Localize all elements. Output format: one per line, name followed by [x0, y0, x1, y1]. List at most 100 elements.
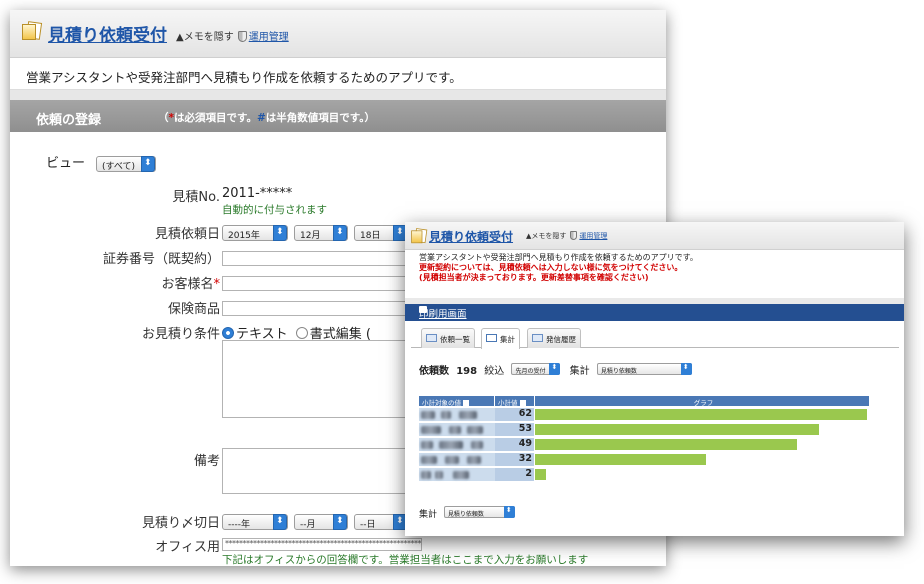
- graph-bar: [535, 439, 797, 450]
- customer-name-label: お客様名*: [161, 277, 220, 292]
- summary-description: 営業アシスタントや受発注部門へ見積もり作成を依頼するためのアプリです。 更新契約…: [419, 253, 698, 282]
- graph-bar: [535, 409, 867, 420]
- blurred-text: [449, 426, 461, 434]
- select-arrow-icon: [333, 514, 347, 530]
- summary-icon: [486, 334, 497, 342]
- blurred-text: [471, 441, 483, 449]
- policy-no-input[interactable]: [222, 251, 412, 266]
- redacted-value-cell: [419, 453, 495, 466]
- table-row: 49: [419, 437, 869, 452]
- table-row: 62: [419, 407, 869, 422]
- admin-shield-icon: [570, 231, 578, 240]
- admin-shield-icon: [237, 31, 247, 42]
- estimate-no-hint: 自動的に付与されます: [222, 204, 327, 216]
- blurred-text: [421, 456, 437, 464]
- sort-icon: [519, 400, 526, 406]
- summary-app-title-link[interactable]: 見積り依頼受付: [429, 228, 513, 245]
- app-title-link[interactable]: 見積り依頼受付: [48, 21, 167, 46]
- subtotal-value: 32: [495, 453, 534, 466]
- blurred-text: [467, 426, 483, 434]
- tab-summary[interactable]: 集計: [481, 328, 520, 349]
- request-year-select[interactable]: 2015年: [222, 225, 288, 241]
- section-note: （*は必須項目です。#は半角数値項目です。）: [158, 112, 375, 124]
- subtotal-value: 49: [495, 438, 534, 451]
- blurred-text: [441, 411, 451, 419]
- remarks-textarea[interactable]: [222, 448, 412, 494]
- list-icon: [426, 334, 437, 342]
- header-graph: グラフ: [535, 396, 869, 407]
- summary-memo-toggle[interactable]: ▲メモを隠す 運用管理: [526, 231, 607, 241]
- view-label: ビュー: [46, 156, 86, 171]
- view-select[interactable]: (すべて): [96, 156, 157, 172]
- select-arrow-icon: [273, 225, 287, 241]
- tab-request-list[interactable]: 依頼一覧: [421, 328, 475, 348]
- blurred-text: [439, 441, 463, 449]
- table-row: 53: [419, 422, 869, 437]
- deadline-day-select[interactable]: --日: [354, 514, 408, 530]
- history-icon: [532, 334, 543, 342]
- aggregate-select[interactable]: 見積り依頼数: [596, 363, 692, 375]
- summary-controls: 依頼数 198 絞込 先月の受付 集計 見積り依頼数: [419, 362, 698, 377]
- print-bar: 印刷用画面: [405, 304, 904, 321]
- summary-window: 見積り依頼受付 ▲メモを隠す 運用管理 営業アシスタントや受発注部門へ見積もり作成…: [405, 222, 904, 536]
- subtotal-value: 2: [495, 468, 534, 481]
- redacted-value-cell: [419, 423, 495, 436]
- bottom-aggregate-select[interactable]: 見積り依頼数: [443, 506, 515, 518]
- select-arrow-icon: [549, 363, 561, 375]
- blurred-text: [445, 456, 459, 464]
- customer-name-input[interactable]: [222, 276, 412, 291]
- request-date-label: 見積依頼日: [154, 227, 220, 242]
- blurred-text: [453, 471, 469, 479]
- select-arrow-icon: [333, 225, 347, 241]
- office-label: オフィス用: [155, 540, 220, 555]
- blurred-text: [421, 426, 441, 434]
- insurance-product-input[interactable]: [222, 301, 412, 316]
- summary-admin-link[interactable]: 運用管理: [579, 232, 607, 240]
- select-arrow-icon: [273, 514, 287, 530]
- select-arrow-icon: [141, 156, 156, 172]
- admin-link[interactable]: 運用管理: [249, 32, 289, 43]
- request-month-select[interactable]: 12月: [294, 225, 348, 241]
- subtotal-value: 53: [495, 423, 534, 436]
- print-link[interactable]: 印刷用画面: [419, 306, 467, 320]
- deadline-label: 見積り〆切日: [141, 516, 220, 531]
- request-count: 198: [456, 366, 478, 377]
- select-arrow-icon: [680, 363, 692, 375]
- blurred-text: [421, 471, 431, 479]
- header-value[interactable]: 小計対象の値: [419, 396, 494, 407]
- office-hint: 下記はオフィスからの回答欄です。営業担当者はここまで入力をお願いします: [222, 554, 589, 566]
- request-day-select[interactable]: 18日: [354, 225, 408, 241]
- blurred-text: [459, 411, 477, 419]
- redacted-value-cell: [419, 438, 495, 451]
- blurred-text: [467, 456, 481, 464]
- sort-icon: [463, 400, 469, 406]
- memo-toggle[interactable]: ▲メモを隠す 運用管理: [176, 28, 289, 43]
- conditions-textarea[interactable]: [222, 340, 412, 418]
- screenshot-stage: 見積り依頼受付 ▲メモを隠す 運用管理 営業アシスタントや受発注部門へ見積もり作成…: [0, 0, 924, 584]
- summary-app-header: 見積り依頼受付 ▲メモを隠す 運用管理: [405, 222, 904, 250]
- insurance-product-label: 保険商品: [167, 302, 220, 317]
- app-description: 営業アシスタントや受発注部門へ見積もり作成を依頼するためのアプリです。: [10, 58, 666, 90]
- blurred-text: [421, 411, 435, 419]
- filter-select[interactable]: 先月の受付: [511, 363, 561, 375]
- radio-text[interactable]: [222, 327, 234, 339]
- tab-history[interactable]: 発信履歴: [527, 328, 581, 348]
- divider: [10, 90, 666, 100]
- registration-header: 依頼の登録 （*は必須項目です。#は半角数値項目です。）: [10, 100, 666, 132]
- estimate-no-value: 2011-*****: [222, 186, 293, 201]
- header-subtotal[interactable]: 小計値: [495, 396, 534, 407]
- subtotal-value: 62: [495, 408, 534, 421]
- estimate-no-label: 見積No.: [172, 190, 220, 205]
- app-icon: [22, 21, 44, 40]
- remarks-label: 備考: [193, 454, 220, 469]
- radio-rich-edit[interactable]: [295, 327, 308, 339]
- table-row: 32: [419, 452, 869, 467]
- graph-bar: [535, 454, 706, 465]
- blurred-text: [435, 471, 443, 479]
- blurred-text: [421, 441, 433, 449]
- app-icon: [411, 228, 429, 244]
- deadline-month-select[interactable]: --月: [294, 514, 348, 530]
- graph-bar: [535, 424, 819, 435]
- deadline-year-select[interactable]: ----年: [222, 514, 288, 530]
- office-input[interactable]: ****************************************…: [222, 538, 422, 551]
